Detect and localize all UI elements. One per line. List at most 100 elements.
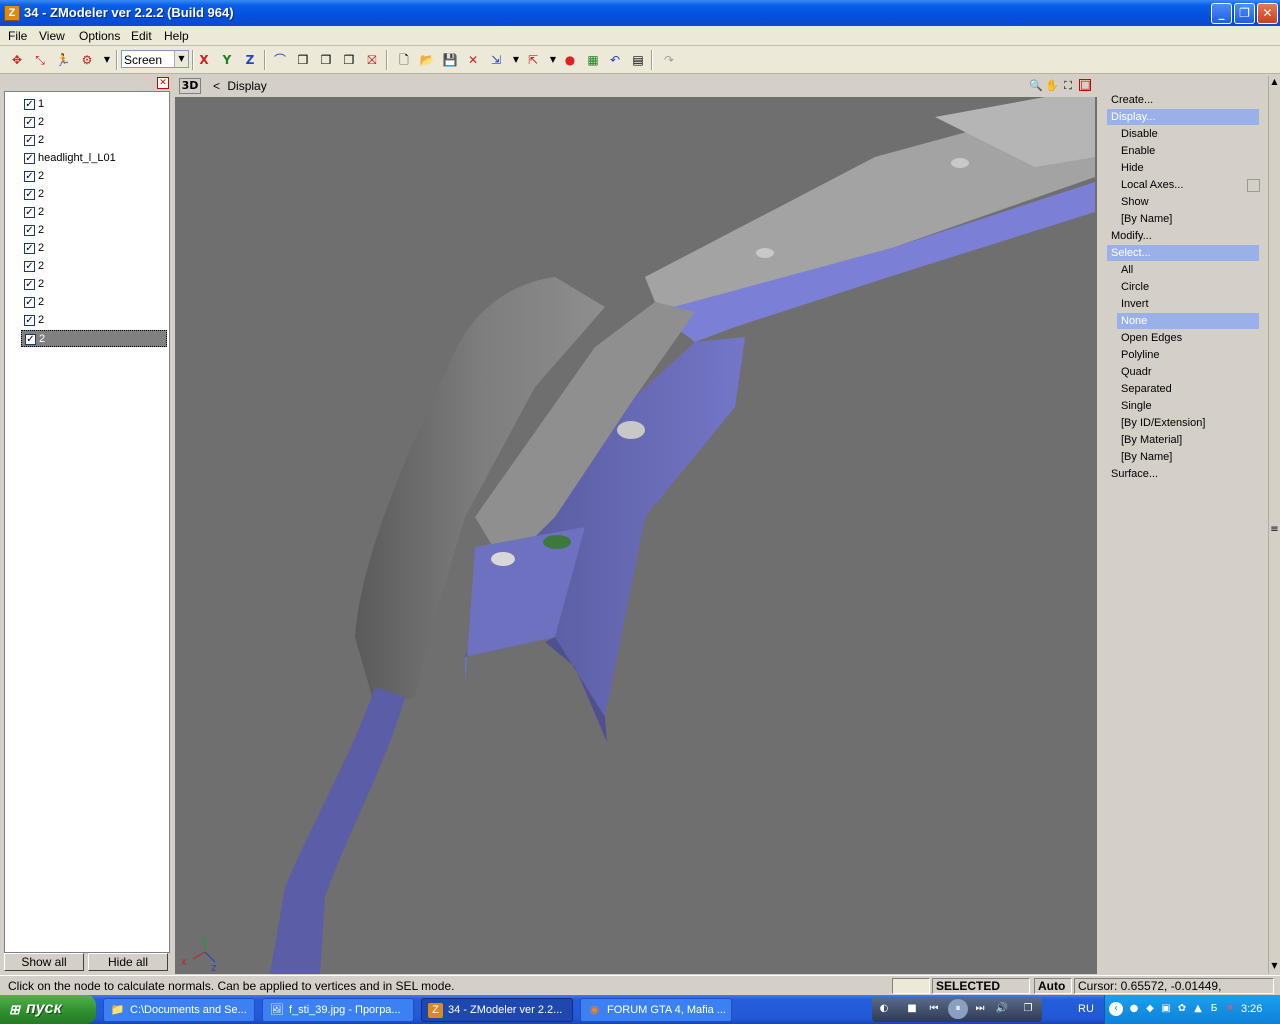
task-explorer[interactable]: 📁 C:\Documents and Se... [103, 998, 255, 1022]
stop-icon[interactable]: ■ [904, 1002, 920, 1016]
transform-dropdown-icon[interactable]: ▼ [98, 51, 116, 69]
command-modify[interactable]: Modify... [1107, 228, 1259, 244]
display-item[interactable]: Local Axes... [1117, 177, 1259, 193]
scroll-up-icon[interactable]: ▲ [1269, 76, 1280, 88]
command-scrollbar[interactable]: ▲ ≡ ▼ [1268, 76, 1280, 974]
task-zmodeler[interactable]: Z 34 - ZModeler ver 2.2... [421, 998, 573, 1022]
tray-expand-icon[interactable]: ‹ [1109, 1002, 1123, 1016]
previous-icon[interactable]: ⏮ [926, 1002, 942, 1016]
maximize-viewport-icon[interactable]: □ [1079, 79, 1091, 91]
tree-node[interactable]: ✓ 2 [21, 204, 167, 221]
select-item[interactable]: All [1117, 262, 1259, 278]
vertex-mode-icon[interactable]: ⌒ [271, 51, 289, 69]
view-select[interactable]: Screen ▼ [121, 50, 189, 68]
redo-icon[interactable]: ↷ [660, 51, 678, 69]
tray-app-icon[interactable]: ◆ [1143, 1002, 1157, 1016]
pose-tool-icon[interactable]: 🏃 [54, 51, 72, 69]
cube-icon[interactable]: ❒ [294, 51, 312, 69]
cube-select-icon[interactable]: ❒ [340, 51, 358, 69]
display-item[interactable]: Disable [1117, 126, 1259, 142]
visibility-checkbox[interactable]: ✓ [24, 297, 35, 308]
volume-icon[interactable]: 🔊 [994, 1002, 1010, 1016]
tree-node[interactable]: ✓ 2 [21, 294, 167, 311]
show-all-button[interactable]: Show all [4, 953, 84, 971]
tree-node[interactable]: ✓ 2 [21, 168, 167, 185]
task-firefox[interactable]: ◉ FORUM GTA 4, Mafia ... [580, 998, 732, 1022]
command-surface[interactable]: Surface... [1107, 466, 1259, 482]
select-item[interactable]: Polyline [1117, 347, 1259, 363]
tray-network-icon[interactable]: ▣ [1159, 1002, 1173, 1016]
tree-node[interactable]: ✓ 2 [21, 330, 167, 347]
select-item[interactable]: Single [1117, 398, 1259, 414]
display-item[interactable]: Enable [1117, 143, 1259, 159]
select-item[interactable]: Open Edges [1117, 330, 1259, 346]
properties-icon[interactable]: ▤ [629, 51, 647, 69]
zoom-icon[interactable]: 🔍 [1029, 79, 1043, 93]
maximize-button[interactable]: ❐ [1234, 3, 1255, 24]
tree-node[interactable]: ✓ headlight_l_L01 [21, 150, 167, 167]
tray-app-icon[interactable]: Б [1207, 1002, 1221, 1016]
tray-app-icon[interactable]: ● [1127, 1002, 1141, 1016]
menu-edit[interactable]: Edit [131, 29, 152, 43]
open-folder-icon[interactable]: 📂 [418, 51, 436, 69]
minimize-button[interactable]: _ [1211, 3, 1232, 24]
visibility-checkbox[interactable]: ✓ [24, 153, 35, 164]
save-icon[interactable]: 💾 [441, 51, 459, 69]
scale-tool-icon[interactable]: ⤡ [31, 51, 49, 69]
tree-node[interactable]: ✓ 2 [21, 132, 167, 149]
scroll-grip-icon[interactable]: ≡ [1269, 524, 1280, 536]
viewport-mode-button[interactable]: 3D [179, 78, 201, 94]
visibility-checkbox[interactable]: ✓ [24, 171, 35, 182]
tree-node[interactable]: ✓ 2 [21, 222, 167, 239]
cube-delete-icon[interactable]: ⛝ [363, 51, 381, 69]
auto-toggle[interactable]: Auto [1034, 978, 1072, 994]
visibility-checkbox[interactable]: ✓ [24, 243, 35, 254]
tree-node[interactable]: ✓ 2 [21, 240, 167, 257]
visibility-checkbox[interactable]: ✓ [24, 315, 35, 326]
import-icon[interactable]: ⇲ [487, 51, 505, 69]
visibility-checkbox[interactable]: ✓ [24, 99, 35, 110]
menu-view[interactable]: View [39, 29, 65, 43]
select-item[interactable]: [By ID/Extension] [1117, 415, 1259, 431]
restore-player-icon[interactable]: ❐ [1020, 1002, 1036, 1016]
breadcrumb-arrow[interactable]: < [213, 79, 220, 93]
local-axes-checkbox[interactable] [1247, 179, 1260, 192]
visibility-checkbox[interactable]: ✓ [24, 135, 35, 146]
tray-app-icon[interactable]: ✕ [1223, 1002, 1237, 1016]
command-display[interactable]: Display... [1107, 109, 1259, 125]
export-icon[interactable]: ⇱ [524, 51, 542, 69]
start-button[interactable]: ⊞ пуск [0, 995, 96, 1024]
delete-icon[interactable]: ✕ [464, 51, 482, 69]
car-bumper-model[interactable]: Y X Z [175, 97, 1097, 974]
tray-app-icon[interactable]: ✿ [1175, 1002, 1189, 1016]
tree-node[interactable]: ✓ 2 [21, 258, 167, 275]
render-icon[interactable]: ▦ [584, 51, 602, 69]
record-icon[interactable]: ● [561, 51, 579, 69]
visibility-checkbox[interactable]: ✓ [24, 279, 35, 290]
undo-icon[interactable]: ↶ [606, 51, 624, 69]
command-create[interactable]: Create... [1107, 92, 1259, 108]
move-tool-icon[interactable]: ✥ [8, 51, 26, 69]
visibility-checkbox[interactable]: ✓ [24, 117, 35, 128]
visibility-checkbox[interactable]: ✓ [24, 189, 35, 200]
axis-y-toggle[interactable]: Y [218, 51, 236, 69]
tree-node[interactable]: ✓ 1 [21, 96, 167, 113]
tree-node[interactable]: ✓ 2 [21, 276, 167, 293]
display-item[interactable]: [By Name] [1117, 211, 1259, 227]
visibility-checkbox[interactable]: ✓ [25, 334, 36, 345]
export-dropdown-icon[interactable]: ▼ [544, 51, 562, 69]
display-item[interactable]: Hide [1117, 160, 1259, 176]
cube-wire-icon[interactable]: ❒ [317, 51, 335, 69]
task-image-viewer[interactable]: 🖼 f_sti_39.jpg - Програ... [262, 998, 414, 1022]
axis-x-toggle[interactable]: X [195, 51, 213, 69]
select-item[interactable]: Separated [1117, 381, 1259, 397]
tree-node[interactable]: ✓ 2 [21, 186, 167, 203]
new-file-icon[interactable]: 🗋 [395, 51, 413, 69]
close-button[interactable]: ✕ [1257, 3, 1278, 24]
chevron-down-icon[interactable]: ▼ [174, 51, 188, 67]
menu-options[interactable]: Options [79, 29, 120, 43]
scroll-down-icon[interactable]: ▼ [1269, 960, 1280, 972]
menu-help[interactable]: Help [164, 29, 189, 43]
select-item[interactable]: None [1117, 313, 1259, 329]
clock[interactable]: 3:26 [1241, 1003, 1262, 1015]
